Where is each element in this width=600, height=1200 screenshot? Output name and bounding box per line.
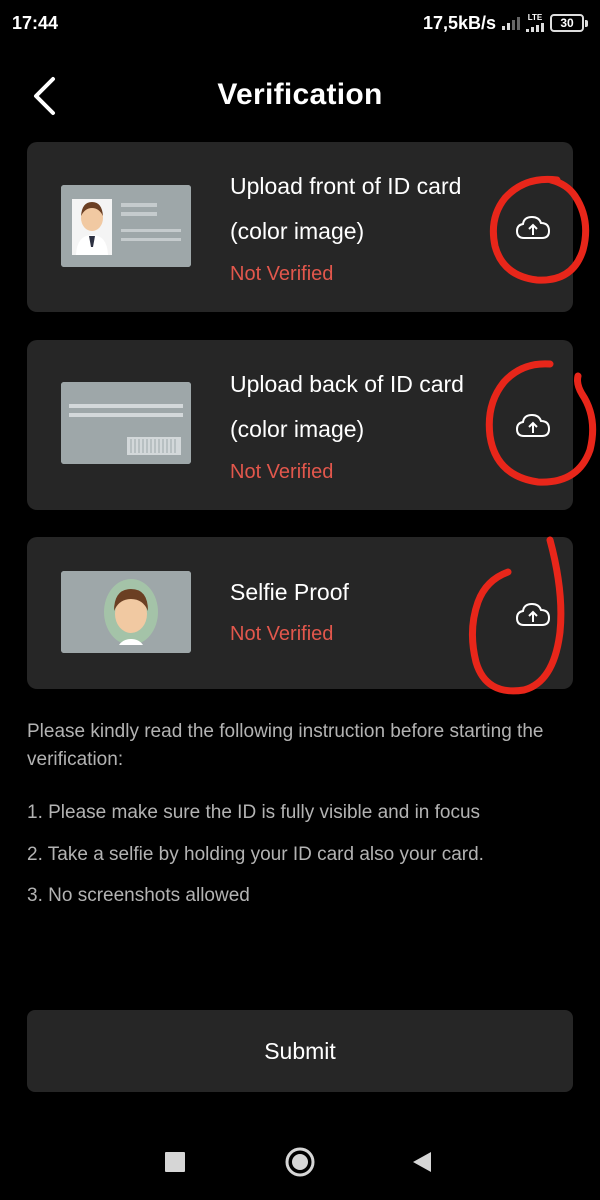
battery-icon: 30 xyxy=(550,14,588,32)
cloud-upload-icon[interactable] xyxy=(511,206,555,250)
status-label: Not Verified xyxy=(230,461,334,483)
status-icons: 17,5kB/s LTE 30 xyxy=(423,13,588,34)
submit-button[interactable]: Submit xyxy=(27,1010,573,1092)
instructions-intro: Please kindly read the following instruc… xyxy=(27,721,544,770)
selfie-icon xyxy=(61,571,191,653)
instruction-step-text: 2. Take a selfie by holding your ID card… xyxy=(27,844,484,865)
instruction-step-text: 1. Please make sure the ID is fully visi… xyxy=(27,802,481,823)
status-bar: 17:44 17,5kB/s LTE 30 xyxy=(0,0,600,46)
header: Verification xyxy=(0,60,600,132)
status-label: Not Verified xyxy=(230,623,334,645)
card-title: Selfie Proof xyxy=(230,579,349,605)
card-subtitle: (color image) xyxy=(230,218,365,244)
recents-square-icon[interactable] xyxy=(155,1142,195,1182)
selfie-proof-card[interactable]: Selfie Proof Not Verified xyxy=(27,537,573,689)
network-type: LTE xyxy=(527,13,543,22)
instruction-step-text: 3. No screenshots allowed xyxy=(27,885,250,906)
instructions-block: Please kindly read the following instruc… xyxy=(27,718,547,774)
instruction-step: 2. Take a selfie by holding your ID card… xyxy=(27,841,547,869)
instruction-step: 1. Please make sure the ID is fully visi… xyxy=(27,799,547,827)
id-front-icon xyxy=(61,185,191,267)
status-label: Not Verified xyxy=(230,263,334,285)
upload-id-front-card[interactable]: Upload front of ID card (color image) No… xyxy=(27,142,573,312)
id-back-icon xyxy=(61,382,191,464)
lte-signal-icon: LTE xyxy=(526,14,544,32)
battery-level: 30 xyxy=(550,14,584,32)
card-title: Upload back of ID card xyxy=(230,371,464,397)
cloud-upload-icon[interactable] xyxy=(511,593,555,637)
instruction-step: 3. No screenshots allowed xyxy=(27,882,547,910)
card-text: Selfie Proof Not Verified xyxy=(230,571,493,655)
cloud-upload-icon[interactable] xyxy=(511,404,555,448)
upload-id-back-card[interactable]: Upload back of ID card (color image) Not… xyxy=(27,340,573,510)
card-title: Upload front of ID card xyxy=(230,173,462,199)
system-nav-bar xyxy=(0,1130,600,1190)
home-circle-icon[interactable] xyxy=(280,1142,320,1182)
network-speed: 17,5kB/s xyxy=(422,12,496,33)
status-time: 17:44 xyxy=(12,12,59,33)
card-text: Upload back of ID card (color image) Not… xyxy=(230,362,493,492)
page-title: Verification xyxy=(217,78,383,111)
card-subtitle: (color image) xyxy=(230,416,365,442)
back-triangle-icon[interactable] xyxy=(402,1142,442,1182)
card-text: Upload front of ID card (color image) No… xyxy=(230,164,493,294)
signal-icon xyxy=(502,16,520,30)
